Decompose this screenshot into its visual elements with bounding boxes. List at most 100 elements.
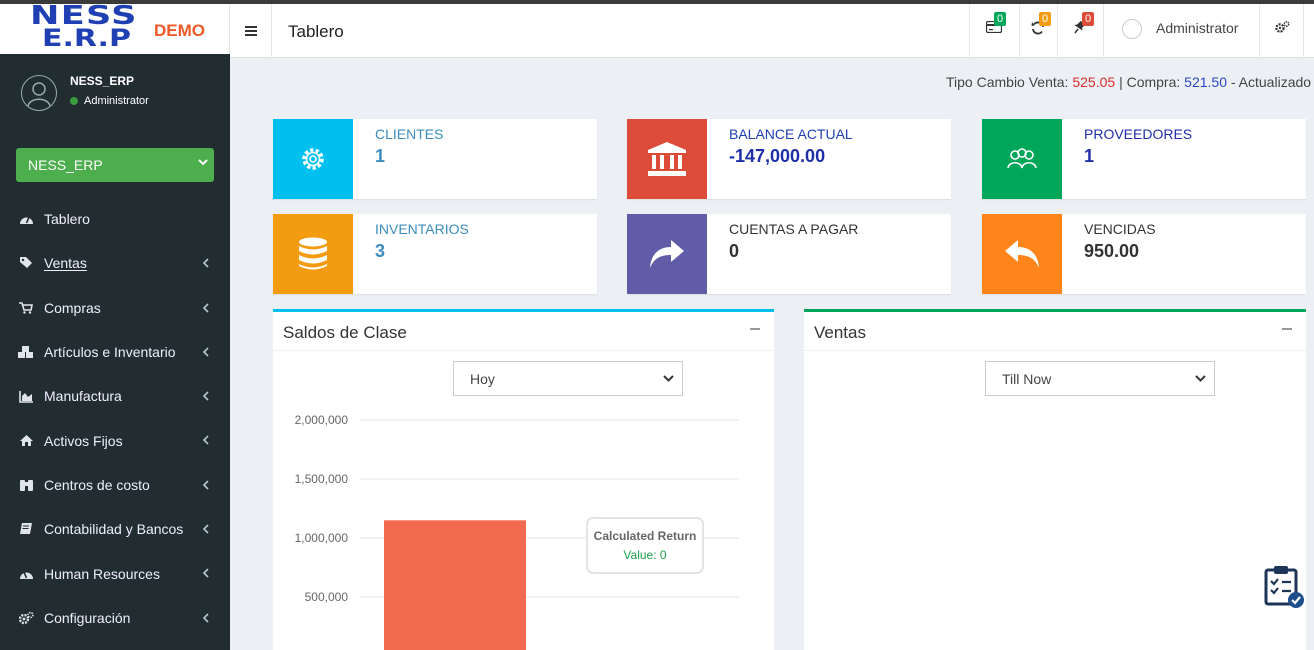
exchange-updated-label: - Actualizado: [1230, 74, 1312, 90]
sidebar-item-contabilidad[interactable]: Contabilidad y Bancos: [0, 507, 230, 551]
brand-logo[interactable]: NESS E.R.P DEMO: [0, 3, 230, 54]
chevron-down-icon: [663, 375, 674, 382]
sidebar-item-label: Tablero: [44, 211, 90, 228]
pin-badge: 0: [1082, 12, 1095, 26]
sidebar-item-articulos[interactable]: Artículos e Inventario: [0, 330, 230, 374]
top-header: Tablero 0 0 0 Administrator: [230, 4, 1314, 58]
chart-tooltip: Calculated Return Value: 0: [586, 517, 704, 574]
exchange-sell-label: Tipo Cambio Venta:: [946, 74, 1069, 90]
chevron-left-icon: [202, 480, 209, 490]
chevron-down-icon: [1195, 375, 1206, 382]
info-box-balance[interactable]: BALANCE ACTUAL -147,000.00: [627, 119, 951, 199]
chevron-left-icon: [202, 258, 209, 268]
user-status: Administrator: [70, 95, 149, 107]
exchange-buy-label: | Compra:: [1119, 74, 1181, 90]
chevron-left-icon: [202, 347, 209, 357]
chevron-left-icon: [202, 568, 209, 578]
sidebar-item-label: Centros de costo: [44, 476, 150, 493]
sidebar-item-tablero[interactable]: Tablero: [0, 197, 230, 241]
settings-button[interactable]: [1259, 4, 1304, 58]
info-box-label: VENCIDAS: [1084, 221, 1156, 237]
payments-badge: 0: [994, 12, 1007, 26]
database-icon: [273, 214, 353, 294]
share-icon: [627, 214, 707, 294]
sidebar-item-centros[interactable]: Centros de costo: [0, 463, 230, 507]
sidebar-item-label: Ventas: [44, 255, 87, 272]
sidebar-item-label: Human Resources: [44, 565, 160, 582]
panel-title: Saldos de Clase: [283, 323, 407, 342]
tags-icon: [18, 255, 34, 271]
users-icon: [982, 119, 1062, 199]
user-name: NESS_ERP: [70, 74, 135, 88]
saldos-period-select[interactable]: Hoy: [453, 361, 683, 396]
cart-icon: [18, 300, 34, 316]
sidebar-item-configuracion[interactable]: Configuración: [0, 596, 230, 640]
reply-icon: [982, 214, 1062, 294]
brand-tag: DEMO: [154, 21, 205, 40]
sidebar-toggle-button[interactable]: [230, 4, 272, 58]
sidebar-item-label: Compras: [44, 299, 101, 316]
sidebar-item-label: Contabilidad y Bancos: [44, 521, 184, 538]
chevron-left-icon: [202, 391, 209, 401]
info-box-label: INVENTARIOS: [375, 221, 469, 237]
panel-title: Ventas: [814, 323, 866, 342]
chevron-down-icon: [198, 159, 208, 166]
chevron-left-icon: [202, 613, 209, 623]
exchange-rate-bar: Tipo Cambio Venta: 525.05 | Compra: 521.…: [946, 74, 1311, 90]
collapse-icon[interactable]: [1282, 328, 1292, 330]
page-title: Tablero: [288, 22, 344, 41]
dashboard-icon: [18, 211, 34, 227]
info-box-cuentas-pagar[interactable]: CUENTAS A PAGAR 0: [627, 214, 951, 294]
ventas-period-select[interactable]: Till Now: [985, 361, 1215, 396]
bank-icon: [627, 119, 707, 199]
info-box-clientes[interactable]: CLIENTES 1: [273, 119, 597, 199]
info-box-label: BALANCE ACTUAL: [729, 126, 853, 142]
chevron-left-icon: [202, 435, 209, 446]
info-box-value: 950.00: [1084, 241, 1140, 261]
info-box-label: CLIENTES: [375, 126, 444, 142]
clipboard-check-icon[interactable]: [1262, 564, 1308, 610]
collapse-icon[interactable]: [750, 328, 760, 330]
select-value: Till Now: [1002, 371, 1052, 387]
binoculars-icon: [18, 477, 34, 493]
payments-notification-button[interactable]: 0: [969, 4, 1019, 58]
refresh-notification-button[interactable]: 0: [1019, 4, 1057, 58]
cogs-icon: [18, 610, 34, 626]
chart-area-icon: [18, 388, 34, 404]
info-box-proveedores[interactable]: PROVEEDORES 1: [982, 119, 1306, 199]
info-box-value: 0: [729, 241, 740, 261]
user-panel: NESS_ERP Administrator: [0, 54, 230, 134]
user-avatar-icon: [1122, 19, 1142, 39]
user-menu-label: Administrator: [1156, 20, 1239, 36]
book-icon: [18, 521, 34, 537]
sidebar-item-label: Activos Fijos: [44, 432, 123, 449]
info-box-label: CUENTAS A PAGAR: [729, 221, 859, 237]
company-select[interactable]: NESS_ERP: [16, 148, 214, 182]
info-box-vencidas[interactable]: VENCIDAS 950.00: [982, 214, 1306, 294]
tooltip-value: Value: 0: [623, 548, 667, 562]
avatar: [21, 75, 57, 111]
info-box-inventarios[interactable]: INVENTARIOS 3: [273, 214, 597, 294]
pin-notification-button[interactable]: 0: [1057, 4, 1103, 58]
home-icon: [18, 433, 34, 449]
sidebar-item-label: Configuración: [44, 609, 131, 626]
chevron-left-icon: [202, 303, 209, 313]
sidebar-item-activos[interactable]: Activos Fijos: [0, 418, 230, 462]
sidebar-item-compras[interactable]: Compras: [0, 286, 230, 330]
select-value: Hoy: [470, 371, 495, 387]
gear-icon: [273, 119, 353, 199]
sidebar-item-ventas[interactable]: Ventas: [0, 241, 230, 285]
user-role: Administrator: [84, 95, 149, 107]
info-box-value: 1: [375, 146, 386, 166]
exchange-sell-value: 525.05: [1072, 74, 1116, 90]
sidebar-menu: Tablero Ventas Compras Artículos e Inven…: [0, 197, 230, 640]
info-box-value: 1: [1084, 146, 1095, 166]
tooltip-title: Calculated Return: [593, 529, 697, 543]
info-box-value: 3: [375, 241, 386, 261]
company-select-value: NESS_ERP: [28, 157, 103, 173]
sidebar-item-manufactura[interactable]: Manufactura: [0, 374, 230, 418]
hamburger-icon: [245, 26, 257, 28]
chevron-left-icon: [202, 524, 209, 534]
sidebar-item-hr[interactable]: Human Resources: [0, 551, 230, 595]
sidebar-item-label: Manufactura: [44, 388, 122, 405]
